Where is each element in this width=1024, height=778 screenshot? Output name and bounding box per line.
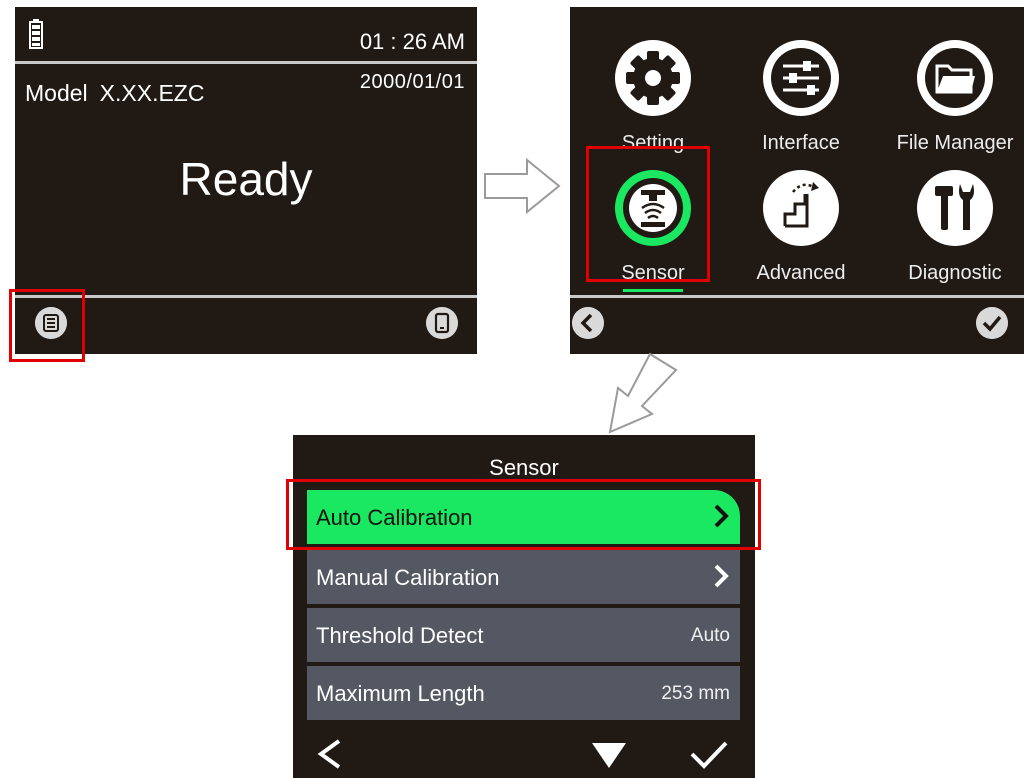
menu-item-advanced[interactable]: Advanced xyxy=(726,170,876,300)
model-label: Model xyxy=(25,80,88,106)
clock-time: 01 : 26 AM xyxy=(359,29,465,54)
tools-icon xyxy=(917,170,993,246)
callout-sensor-highlight xyxy=(586,146,710,282)
device-icon[interactable] xyxy=(426,307,458,339)
model-info: Model X.XX.EZC xyxy=(25,80,204,107)
menu-item-label: Diagnostic xyxy=(908,262,1002,284)
menu-item-diagnostic[interactable]: Diagnostic xyxy=(880,170,1024,300)
row-threshold-detect[interactable]: Threshold Detect Auto xyxy=(307,608,740,662)
menu-item-label: Interface xyxy=(762,132,840,154)
menu-item-label: Advanced xyxy=(756,262,846,284)
menu-item-interface[interactable]: Interface xyxy=(726,40,876,170)
row-value: 253 mm xyxy=(661,683,730,704)
row-label: Maximum Length xyxy=(316,681,485,706)
check-icon[interactable] xyxy=(689,739,729,771)
model-value: X.XX.EZC xyxy=(99,80,205,106)
divider xyxy=(570,295,1024,298)
folder-icon xyxy=(917,40,993,116)
callout-menu-highlight xyxy=(9,289,85,362)
divider xyxy=(15,61,477,64)
clock-date: 2000/01/01 xyxy=(359,71,465,93)
row-label: Threshold Detect xyxy=(316,623,484,648)
gear-icon xyxy=(615,40,691,116)
callout-auto-calibration-highlight xyxy=(286,479,761,550)
selection-underline xyxy=(623,289,683,292)
screen-title: Sensor xyxy=(489,455,559,480)
arrow-right-icon xyxy=(484,157,561,215)
chevron-right-icon xyxy=(714,564,729,588)
row-value: Auto xyxy=(690,625,730,646)
row-maximum-length[interactable]: Maximum Length 253 mm xyxy=(307,666,740,720)
sliders-icon xyxy=(763,40,839,116)
menu-item-file-manager[interactable]: File Manager xyxy=(880,40,1024,170)
row-label: Manual Calibration xyxy=(316,565,500,590)
down-icon[interactable] xyxy=(590,740,628,770)
back-icon[interactable] xyxy=(315,738,345,770)
row-manual-calibration[interactable]: Manual Calibration xyxy=(307,550,740,604)
stairs-icon xyxy=(763,170,839,246)
battery-icon xyxy=(29,19,43,49)
confirm-icon[interactable] xyxy=(976,307,1008,339)
menu-item-label: File Manager xyxy=(896,132,1014,154)
arrow-down-left-icon xyxy=(608,352,678,434)
printer-status: Ready xyxy=(179,153,313,205)
back-icon[interactable] xyxy=(572,307,604,339)
